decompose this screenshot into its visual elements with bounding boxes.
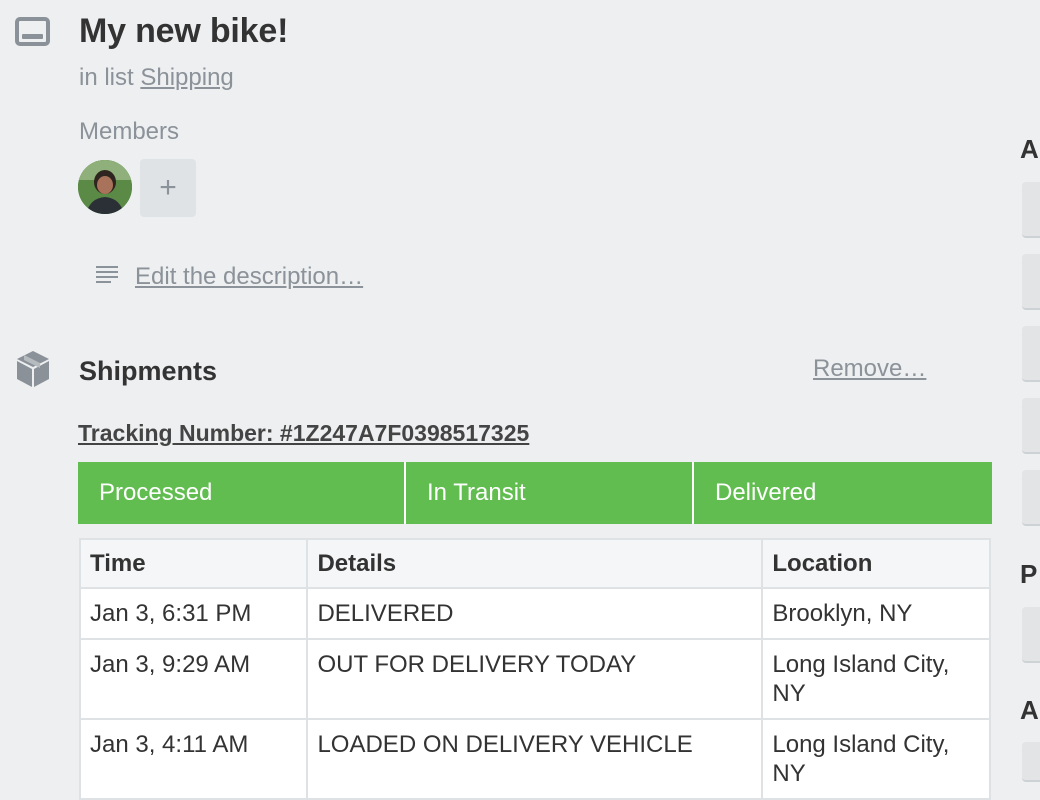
avatar[interactable]	[78, 160, 132, 214]
sidebar-heading-actions: A	[1020, 695, 1039, 725]
event-location: Brooklyn, NY	[761, 587, 991, 640]
shipments-title: Shipments	[79, 356, 218, 386]
sidebar-heading-power-ups: P	[1020, 559, 1038, 589]
remove-shipment-link[interactable]: Remove…	[813, 355, 926, 383]
column-header-time: Time	[78, 538, 309, 589]
sidebar-button[interactable]	[1022, 470, 1040, 526]
column-header-details: Details	[306, 538, 764, 589]
sidebar-button[interactable]	[1022, 607, 1040, 663]
table-row: Jan 3, 9:29 AM OUT FOR DELIVERY TODAY Lo…	[78, 638, 991, 720]
in-list-prefix: in list	[79, 64, 134, 91]
event-time: Jan 3, 6:31 PM	[78, 587, 309, 640]
card-title[interactable]: My new bike!	[79, 12, 288, 51]
shipment-status-bar: Processed In Transit Delivered	[78, 462, 992, 524]
edit-description-link[interactable]: Edit the description…	[129, 263, 363, 291]
card-icon	[15, 17, 50, 46]
sidebar-heading-add: A	[1020, 134, 1039, 164]
avatar-photo	[78, 160, 132, 214]
sidebar-button[interactable]	[1022, 326, 1040, 382]
description-icon	[96, 266, 118, 284]
event-time: Jan 3, 4:11 AM	[78, 718, 309, 800]
table-row: Jan 3, 6:31 PM DELIVERED Brooklyn, NY	[78, 587, 991, 640]
status-processed: Processed	[78, 462, 404, 524]
sidebar-button[interactable]	[1022, 254, 1040, 310]
add-member-button[interactable]: +	[140, 159, 196, 217]
table-header-row: Time Details Location	[78, 538, 991, 589]
package-icon	[17, 351, 49, 387]
in-list-text: in list Shipping	[79, 64, 234, 92]
table-row: Jan 3, 4:11 AM LOADED ON DELIVERY VEHICL…	[78, 718, 991, 800]
event-details: DELIVERED	[306, 587, 764, 640]
event-time: Jan 3, 9:29 AM	[78, 638, 309, 720]
sidebar-button[interactable]	[1022, 742, 1040, 782]
list-link[interactable]: Shipping	[140, 64, 233, 91]
tracking-number-link[interactable]: Tracking Number: #1Z247A7F0398517325	[78, 420, 529, 447]
sidebar-button[interactable]	[1022, 182, 1040, 238]
sidebar: A P A	[1020, 0, 1040, 782]
status-delivered: Delivered	[694, 462, 992, 524]
sidebar-button[interactable]	[1022, 398, 1040, 454]
event-location: Long Island City, NY	[761, 638, 991, 720]
event-location: Long Island City, NY	[761, 718, 991, 800]
column-header-location: Location	[761, 538, 991, 589]
tracking-events-table: Time Details Location Jan 3, 6:31 PM DEL…	[78, 538, 991, 800]
status-in-transit: In Transit	[406, 462, 692, 524]
members-label: Members	[79, 118, 180, 145]
event-details: OUT FOR DELIVERY TODAY	[306, 638, 764, 720]
event-details: LOADED ON DELIVERY VEHICLE	[306, 718, 764, 800]
